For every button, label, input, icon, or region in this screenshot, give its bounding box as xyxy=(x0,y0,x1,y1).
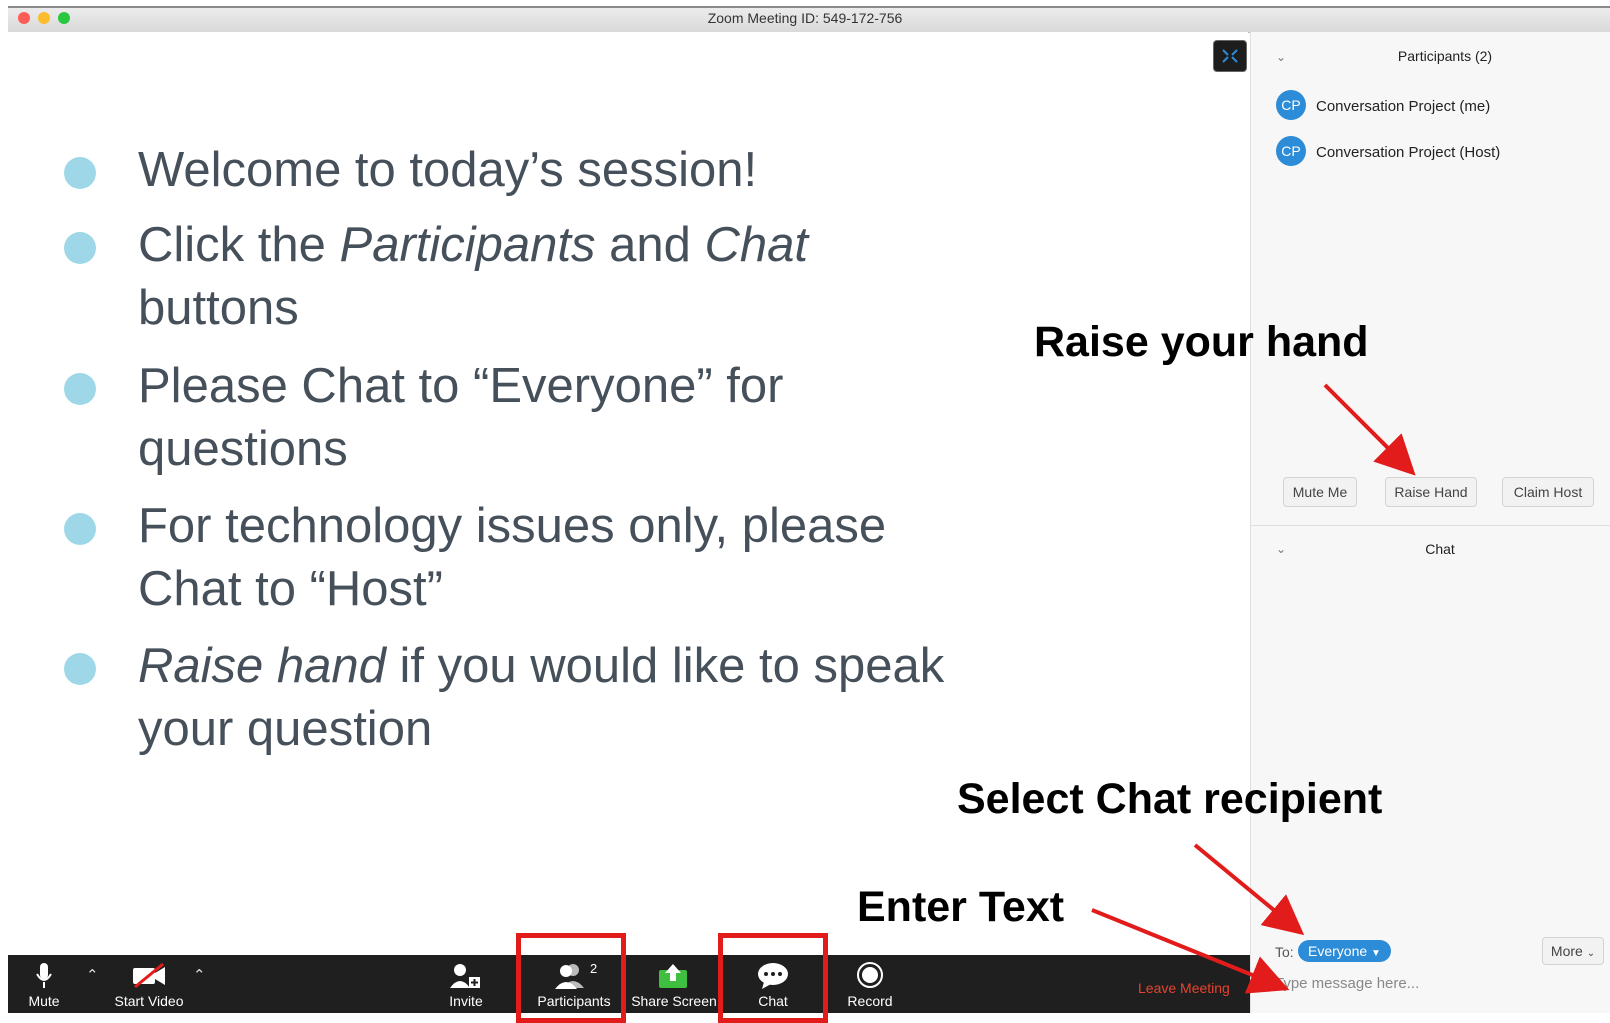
annotation-arrows xyxy=(1091,383,1416,994)
arrow-to-chat-input xyxy=(1091,908,1290,994)
arrow-to-raise-hand xyxy=(1323,383,1416,476)
arrow-to-recipient xyxy=(1193,843,1305,936)
